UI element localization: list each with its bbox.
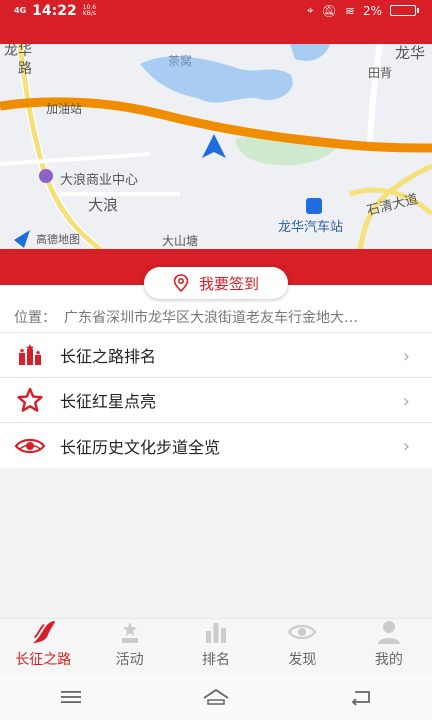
menu-item-label: 长征红星点亮 — [60, 392, 157, 411]
map-label: 大浪商业中心 — [60, 173, 139, 188]
tab-label: 活动 — [115, 652, 144, 668]
tab-label: 发现 — [288, 652, 317, 668]
ranking-icon — [0, 344, 60, 366]
menu-list: 长征之路排名 › 长征红星点亮 › 长征历史文化步道全览 › — [0, 333, 432, 468]
map-view[interactable]: 龙华 茶窝 田背 加油站 大浪商业中心 大浪 石清大道 龙华汽车站 大山塘 高德… — [0, 44, 432, 249]
menu-item-ranking[interactable]: 长征之路排名 › — [0, 333, 432, 378]
checkin-button[interactable]: 我要签到 — [144, 267, 288, 299]
map-label: 加油站 — [46, 102, 83, 116]
current-location-icon — [202, 134, 226, 158]
location-row: 位置： 广东省深圳市龙华区大浪街道老友车行金地大… — [0, 305, 432, 333]
menu-item-label: 长征历史文化步道全览 — [60, 437, 221, 457]
activity-icon — [121, 622, 138, 643]
network-speed: 10.6 KB/s — [82, 4, 97, 17]
map-label: 田背 — [368, 66, 393, 80]
chevron-right-icon: › — [402, 436, 410, 457]
location-label: 位置： — [14, 310, 56, 326]
chevron-right-icon: › — [402, 391, 410, 412]
location-status-icon: ⌖ — [306, 3, 314, 17]
road-flag-icon — [32, 620, 56, 644]
menu-item-history-trail[interactable]: 长征历史文化步道全览 › — [0, 423, 432, 468]
map-label: 茶窝 — [168, 54, 193, 68]
discover-eye-icon — [288, 624, 317, 640]
status-time: 14:22 — [32, 3, 77, 19]
tab-label: 我的 — [374, 652, 403, 668]
ranking-bars-icon — [206, 623, 227, 643]
star-icon — [0, 387, 60, 413]
system-nav-bar — [0, 674, 432, 720]
header-band — [0, 22, 432, 44]
map-logo: 高德地图 — [36, 233, 80, 246]
back-icon[interactable] — [349, 688, 373, 706]
user-icon — [377, 621, 400, 644]
map-label: 路 — [18, 61, 32, 77]
tab-label: 长征之路 — [15, 652, 72, 668]
status-bar: 4G 14:22 10.6 KB/s ⌖ 🔕︎ ≋ 2% — [0, 0, 432, 22]
tab-label: 排名 — [202, 652, 231, 668]
map-label: 龙华 — [395, 44, 426, 62]
menu-item-label: 长征之路排名 — [60, 347, 157, 366]
tab-mine[interactable]: 我的 — [346, 619, 432, 675]
eye-icon — [0, 436, 60, 456]
tab-changzheng-road[interactable]: 长征之路 — [0, 619, 86, 675]
map-label: 龙华汽车站 — [278, 220, 344, 235]
bottom-tab-bar: 长征之路 活动 排名 发现 我的 — [0, 618, 432, 675]
map-label: 大山塘 — [162, 234, 199, 248]
chevron-right-icon: › — [402, 346, 410, 367]
tab-discover[interactable]: 发现 — [259, 619, 345, 675]
battery-text: 2% — [362, 3, 382, 18]
tab-ranking[interactable]: 排名 — [173, 619, 259, 675]
pin-icon — [173, 274, 189, 292]
home-icon[interactable] — [202, 688, 230, 706]
map-label: 大浪 — [88, 196, 119, 214]
location-value: 广东省深圳市龙华区大浪街道老友车行金地大… — [64, 310, 358, 326]
network-indicator: 4G — [14, 6, 27, 15]
mute-icon: 🔕︎ — [321, 3, 337, 18]
menu-item-red-star[interactable]: 长征红星点亮 › — [0, 378, 432, 423]
tab-activity[interactable]: 活动 — [86, 619, 172, 675]
battery-icon — [390, 5, 419, 16]
checkin-label: 我要签到 — [198, 274, 259, 293]
menu-icon[interactable] — [59, 689, 83, 705]
wifi-icon: ≋ — [344, 3, 355, 18]
